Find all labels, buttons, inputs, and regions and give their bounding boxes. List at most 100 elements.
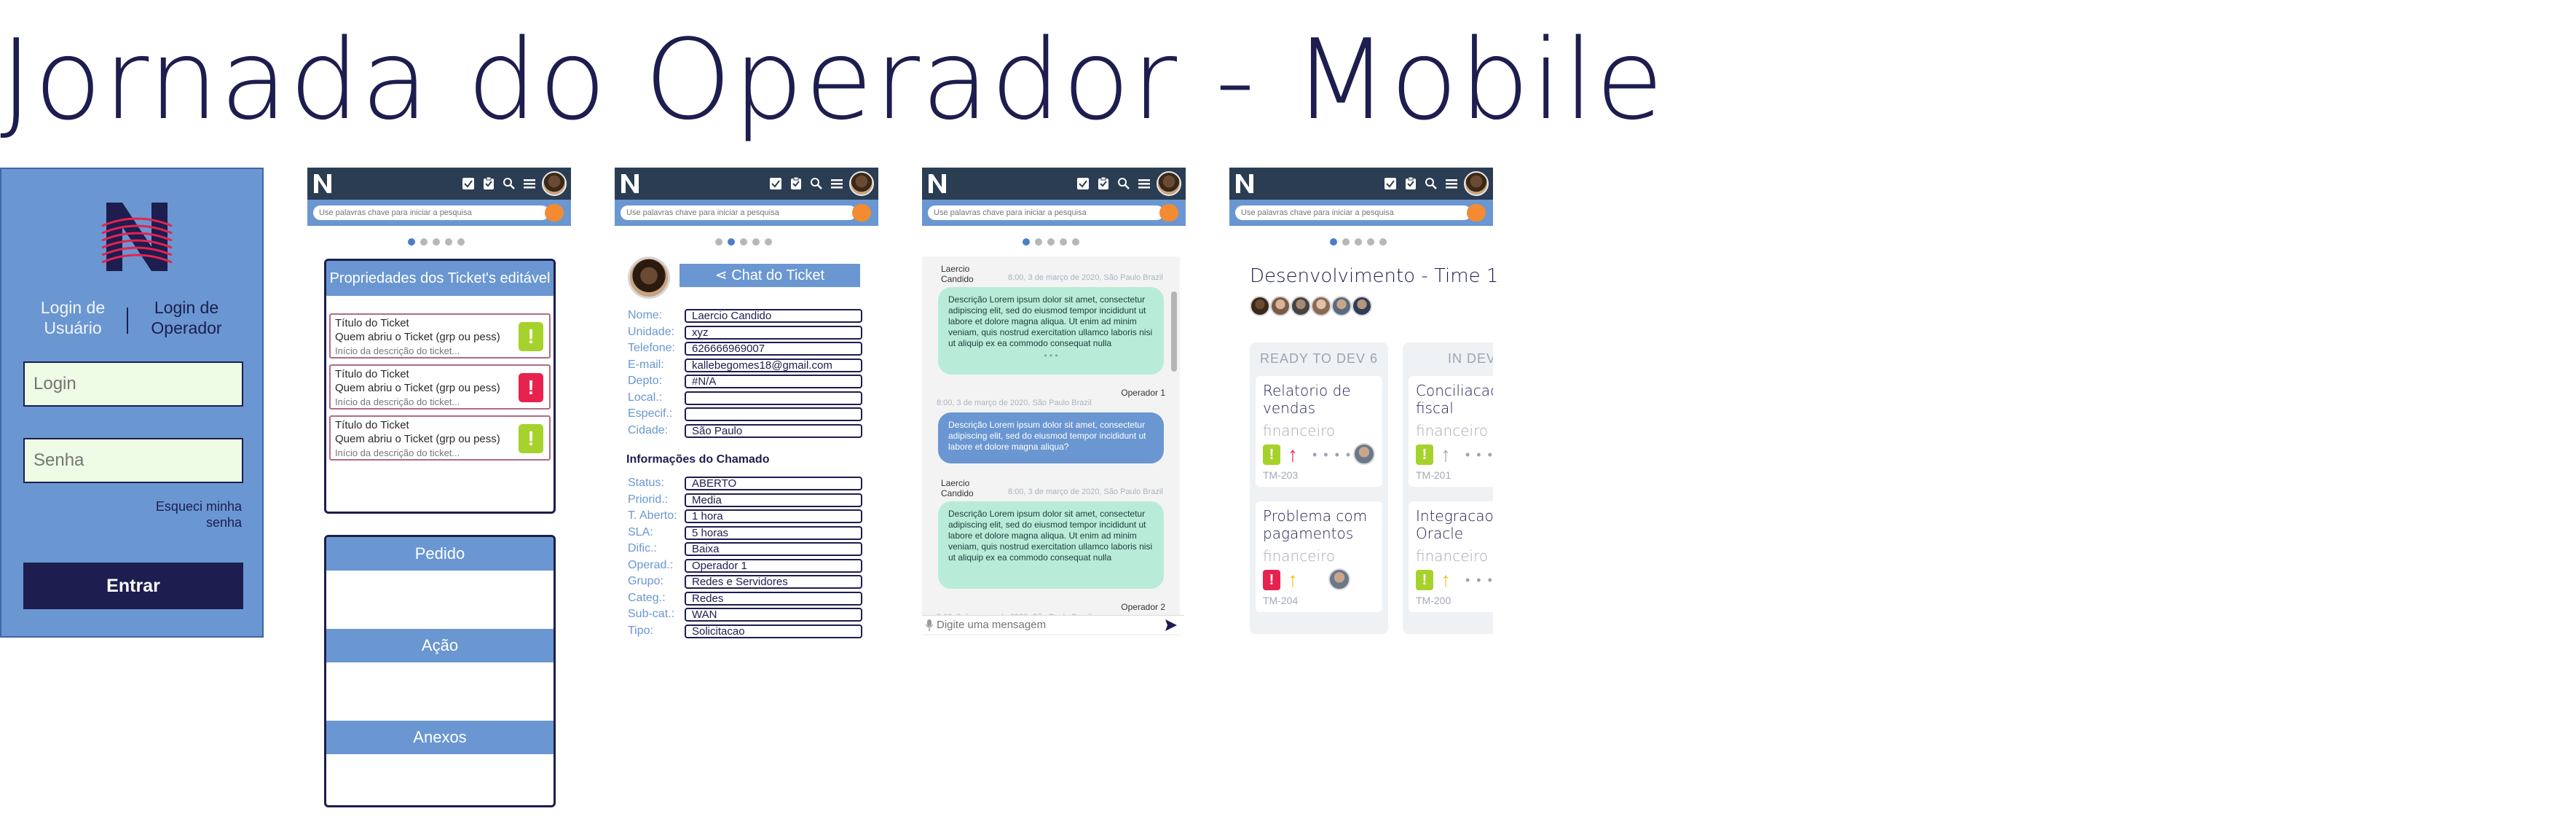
search-icon[interactable] [503,177,516,190]
page-dot[interactable] [1342,238,1350,246]
search-input[interactable] [1235,205,1471,220]
page-dot[interactable] [1379,238,1387,246]
ticket-card[interactable]: Título do Ticket Quem abriu o Ticket (gr… [329,415,551,461]
search-input[interactable] [313,205,549,220]
kanban-card[interactable]: Conciliacao fiscal financeiro ! ↑ • • • … [1409,376,1493,487]
kanban-card[interactable]: Integracao Oracle financeiro ! ↑ • • • •… [1409,501,1493,612]
field-value[interactable] [685,391,862,405]
field-value[interactable]: #N/A [685,375,862,388]
field-value[interactable]: 626666969007 [685,342,862,356]
menu-icon[interactable] [1138,177,1151,190]
clipboard-icon[interactable] [1404,177,1417,190]
page-dot[interactable] [1072,238,1079,246]
menu-icon[interactable] [830,177,843,190]
page-dot[interactable] [1023,238,1030,246]
chat-scrollbar[interactable] [1171,291,1177,372]
field-value[interactable] [685,407,862,421]
section-header-pedido[interactable]: Pedido [326,537,554,571]
field-value[interactable]: 5 horas [685,525,862,540]
login-input[interactable] [23,361,243,407]
page-dot[interactable] [715,238,722,246]
page-dot[interactable] [740,238,747,246]
page-dot[interactable] [420,238,428,246]
page-dot[interactable] [457,238,465,246]
page-dot[interactable] [1355,238,1362,246]
search-input[interactable] [928,205,1164,220]
avatar[interactable] [1311,296,1331,316]
page-dot[interactable] [1047,238,1055,246]
avatar[interactable] [1157,171,1181,196]
ticket-card[interactable]: Título do Ticket Quem abriu o Ticket (gr… [329,364,551,410]
field-value[interactable]: 1 hora [685,509,862,523]
avatar[interactable] [1250,296,1270,316]
search-icon[interactable] [810,177,823,190]
checkbox-icon[interactable] [1076,177,1090,190]
field-value[interactable]: Redes [685,591,862,606]
search-button[interactable] [852,204,871,222]
avatar[interactable] [1331,296,1352,316]
menu-icon[interactable] [523,177,536,190]
field-value[interactable]: kallebegomes18@gmail.com [685,358,862,372]
tab-operator-login[interactable]: Login de Operador [135,297,237,338]
page-dot[interactable] [765,238,772,246]
section-header-anexos[interactable]: Anexos [326,721,554,754]
search-button[interactable] [1467,204,1486,222]
field-value[interactable]: xyz [685,325,862,340]
field-value[interactable]: Redes e Servidores [685,575,862,589]
ticket-card[interactable]: Título do Ticket Quem abriu o Ticket (gr… [329,313,551,359]
field-value[interactable]: Solicitacao [685,624,862,638]
page-dot[interactable] [1060,238,1067,246]
avatar[interactable] [542,171,567,196]
section-header-acao[interactable]: Ação [326,629,554,662]
menu-icon[interactable] [1445,177,1458,190]
field-value[interactable]: ABERTO [685,477,862,490]
avatar[interactable] [849,171,874,196]
clipboard-icon[interactable] [482,177,495,190]
field-value[interactable]: Baixa [685,542,862,556]
page-dot[interactable] [433,238,440,246]
tab-user-login[interactable]: Login de Usuário [22,297,124,338]
field-value[interactable]: Media [685,493,862,507]
search-icon[interactable] [1425,177,1438,190]
clipboard-icon[interactable] [1097,177,1110,190]
search-input[interactable] [621,205,856,220]
kanban-card[interactable]: Relatorio de vendas financeiro ! ↑ • • •… [1256,376,1382,487]
clipboard-icon[interactable] [789,177,803,190]
avatar[interactable] [1353,443,1375,465]
message-bubble[interactable]: Descrição Lorem ipsum dolor sit amet, co… [938,412,1164,463]
page-dot[interactable] [408,238,415,246]
page-dot[interactable] [1330,238,1337,246]
search-button[interactable] [1159,204,1178,222]
page-dot[interactable] [728,238,735,246]
chat-ticket-button[interactable]: ⋖ Chat do Ticket [680,264,860,287]
field-value[interactable]: Operador 1 [685,558,862,573]
page-dot[interactable] [1035,238,1042,246]
field-value[interactable]: Laercio Candido [685,309,862,323]
avatar[interactable] [1291,296,1311,316]
checkbox-icon[interactable] [1384,177,1397,190]
microphone-icon[interactable] [925,619,934,632]
password-input[interactable] [23,438,243,483]
sender-name: Operador 2 [1121,602,1165,612]
message-input[interactable] [937,617,1155,633]
forgot-password-link[interactable]: Esqueci minha senha [133,498,242,530]
field-value[interactable]: São Paulo [685,423,862,438]
checkbox-icon[interactable] [769,177,782,190]
message-bubble[interactable]: Descrição Lorem ipsum dolor sit amet, co… [938,501,1164,589]
message-bubble[interactable]: Descrição Lorem ipsum dolor sit amet, co… [938,287,1164,375]
page-dot[interactable] [1367,238,1374,246]
avatar[interactable] [1464,171,1489,196]
avatar[interactable] [1352,296,1372,316]
avatar[interactable] [1270,296,1291,316]
chat-thread[interactable]: Laercio Candido 8:00, 3 de março de 2020… [922,257,1180,635]
checkbox-icon[interactable] [462,177,475,190]
avatar[interactable] [1328,568,1350,590]
page-dot[interactable] [752,238,760,246]
search-icon[interactable] [1117,177,1130,190]
kanban-card[interactable]: Problema com pagamentos financeiro ! ↑ T… [1256,501,1382,612]
search-button[interactable] [545,204,564,222]
page-dot[interactable] [445,238,452,246]
send-icon[interactable] [1164,618,1178,633]
field-value[interactable]: WAN [685,608,862,622]
enter-button[interactable]: Entrar [23,563,243,609]
